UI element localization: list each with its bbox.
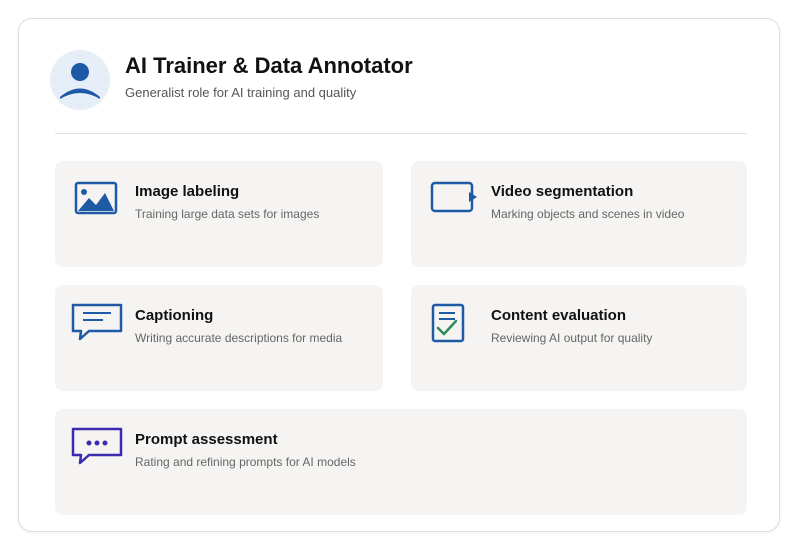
image-icon (69, 179, 125, 223)
task-description: Reviewing AI output for quality (491, 331, 653, 345)
task-description: Training large data sets for images (135, 207, 320, 221)
checklist-icon (425, 303, 481, 347)
header-divider (55, 133, 747, 134)
chat-dots-icon (69, 427, 125, 471)
task-title: Content evaluation (491, 307, 627, 324)
task-card-image-labeling[interactable]: Image labeling Training large data sets … (55, 161, 383, 267)
task-card-video-segmentation[interactable]: Video segmentation Marking objects and s… (411, 161, 747, 267)
task-title: Image labeling (135, 183, 240, 200)
role-card: AI Trainer & Data Annotator Generalist r… (18, 18, 780, 532)
avatar (50, 50, 110, 110)
task-title: Captioning (135, 307, 214, 324)
speech-bubble-icon (69, 303, 125, 347)
task-title: Prompt assessment (135, 431, 278, 448)
task-card-captioning[interactable]: Captioning Writing accurate descriptions… (55, 285, 383, 391)
page-title: AI Trainer & Data Annotator (125, 53, 413, 78)
user-avatar-icon (60, 63, 100, 99)
video-icon (425, 179, 481, 223)
task-description: Writing accurate descriptions for media (135, 331, 343, 345)
task-card-content-evaluation[interactable]: Content evaluation Reviewing AI output f… (411, 285, 747, 391)
task-description: Marking objects and scenes in video (491, 207, 685, 221)
task-card-prompt-assessment[interactable]: Prompt assessment Rating and refining pr… (55, 409, 747, 515)
task-title: Video segmentation (491, 183, 634, 200)
task-description: Rating and refining prompts for AI model… (135, 455, 356, 469)
page-subtitle: Generalist role for AI training and qual… (125, 85, 357, 100)
